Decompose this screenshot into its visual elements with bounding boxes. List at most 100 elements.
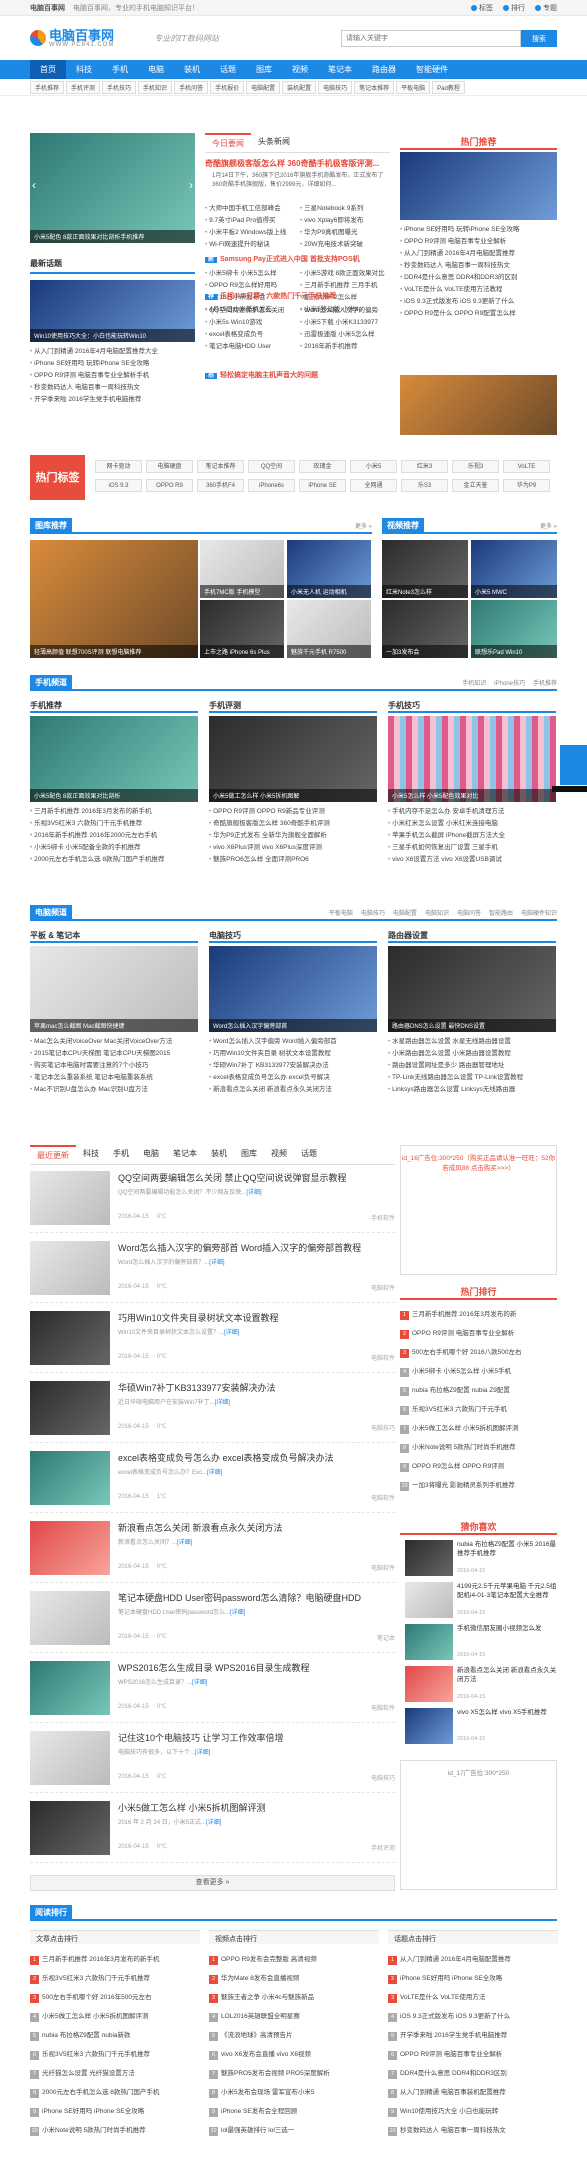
list-item[interactable]: 华硕Win7补丁 KB3133977安装解决办法 — [209, 1060, 377, 1072]
pic-more-link[interactable]: 更多 » — [355, 521, 372, 530]
article-category[interactable]: 笔记本 — [377, 1633, 395, 1642]
tag-item[interactable]: VoLTE — [503, 460, 550, 473]
article-category[interactable]: 手机评测 — [371, 1843, 395, 1852]
rank-item[interactable]: 3 VoLTE是什么 VoLTE使用方法 — [388, 1988, 558, 2007]
tag-item[interactable]: iOS 9.3 — [95, 479, 142, 492]
rank-item[interactable]: 2 iPhone SE好用吗 iPhone SE全攻略 — [388, 1969, 558, 1988]
read-more-link[interactable]: [详细] — [230, 1610, 245, 1616]
latest-tab[interactable]: 笔记本 — [166, 1145, 204, 1164]
read-more-link[interactable]: [详细] — [195, 1750, 210, 1756]
list-item[interactable]: 大师中国手机工信部峰会 — [205, 203, 297, 215]
list-item[interactable]: vivo X6Plus评测 vivo X6Plus深度评测 — [209, 842, 377, 854]
topbar-link-tags[interactable]: 标签 — [471, 3, 493, 13]
list-item[interactable]: 水星路由器怎么设置 水星无线路由器设置 — [388, 1036, 556, 1048]
article-thumb[interactable] — [30, 1591, 110, 1645]
list-item[interactable]: Linksys路由器怎么设置 Linksys无线路由器 — [388, 1084, 556, 1096]
channel-link[interactable]: 智能路由 — [489, 911, 513, 917]
guess-title[interactable]: nubia 布拉格Z9配置 小米5 2016最推荐手机推荐 — [457, 1540, 557, 1558]
list-item[interactable]: Wi-Fi网速提升的秘诀 — [205, 239, 297, 251]
nav-item[interactable]: 手机 — [102, 60, 138, 79]
latest-tab[interactable]: 电脑 — [136, 1145, 166, 1164]
rank-item[interactable]: 2 华为Mate 8发布会直播视频 — [209, 1969, 379, 1988]
tag-item[interactable]: 红米3 — [401, 460, 448, 473]
nav-item[interactable]: 笔记本 — [318, 60, 362, 79]
hot-recommend-image-2[interactable] — [400, 375, 557, 435]
article-title[interactable]: excel表格变成负号怎么办 excel表格变成负号解决办法 — [118, 1451, 334, 1464]
article-thumb[interactable] — [30, 1171, 110, 1225]
list-item[interactable]: Mac怎么关闭VoiceOver Mac关闭VoiceOver方法 — [30, 1036, 198, 1048]
article-thumb[interactable] — [30, 1381, 110, 1435]
list-item[interactable]: vivo Xplay6即将发布 — [300, 215, 392, 227]
rank-item[interactable]: 4 小米5做工怎么样 小米5拆机图解评测 — [30, 2007, 200, 2026]
rank-item[interactable]: 6 vivo X6发布会直播 vivo X6视频 — [209, 2045, 379, 2064]
article-title[interactable]: 新浪看点怎么关闭 新浪看点永久关闭方法 — [118, 1521, 283, 1534]
list-item[interactable]: 2016年新手机推荐 — [300, 341, 392, 353]
channel-link[interactable]: 电脑硬件知识 — [521, 911, 557, 917]
ad-slot-2[interactable]: id_17广告位:300*250 — [400, 1760, 557, 1890]
hot-recommend-image-1[interactable] — [400, 152, 557, 220]
nav-item[interactable]: 装机 — [174, 60, 210, 79]
pic-thumb-4[interactable]: 魅族千元手机 R7500 — [287, 600, 371, 658]
list-item[interactable]: 从入门到精通 2016年4月电脑配置推荐 — [400, 248, 557, 260]
article-title[interactable]: 笔记本硬盘HDD User密码password怎么清除？电脑硬盘HDD — [118, 1591, 361, 1604]
list-item[interactable]: iPhone SE好用吗 玩转iPhone SE全攻略 — [30, 358, 195, 370]
list-item[interactable]: VoLTE是什么 VoLTE使用方法教程 — [400, 284, 557, 296]
rank-item[interactable]: 4 LOL2016英雄联盟全明星赛 — [209, 2007, 379, 2026]
article-title[interactable]: 华硕Win7补丁KB3133977安装解决办法 — [118, 1381, 276, 1394]
guess-item[interactable]: 4199元2.5千元苹果电脑 千元2.5组配机i4-01-3笔记本配置大全推荐 2… — [405, 1582, 558, 1622]
tag-item[interactable]: 笔记本推荐 — [197, 460, 244, 473]
read-more-link[interactable]: [详细] — [207, 1470, 222, 1476]
nav-item[interactable]: 首页 — [30, 60, 66, 79]
nav-item[interactable]: 话题 — [210, 60, 246, 79]
column-image[interactable]: Word怎么插入汉字偏旁部首 — [209, 946, 377, 1032]
guess-thumb[interactable] — [405, 1666, 453, 1702]
list-item[interactable]: 小米5绑卡 小米5怎么样 — [205, 268, 297, 280]
rank-item[interactable]: 7 DDR4是什么意思 DDR4和DDR3区别 — [388, 2064, 558, 2083]
video-thumb-1[interactable]: 红米Note3怎么样 — [382, 540, 468, 598]
tag-item[interactable]: OPPO R9 — [146, 479, 193, 492]
channel-link[interactable]: 电脑问答 — [457, 911, 481, 917]
read-more-link[interactable]: [详细] — [209, 1260, 224, 1266]
rank-item[interactable]: 7 光纤猫怎么设置 光纤猫设置方法 — [30, 2064, 200, 2083]
article-category[interactable]: 电脑技巧 — [371, 1423, 395, 1432]
list-item[interactable]: 手机内存不足怎么办 安卓手机清理方法 — [388, 806, 556, 818]
article-title[interactable]: QQ空间两要编辑怎么关闭 禁止QQ空间说说弹窗显示教程 — [118, 1171, 347, 1184]
column-image[interactable]: 苹果mac怎么截图 Mac截图快捷键 — [30, 946, 198, 1032]
news-subhead-3[interactable]: 热轻松搞定电脑主机声音大的问题 — [205, 370, 318, 380]
pic-thumb-3[interactable]: 上市之路 iPhone 6s Plus — [200, 600, 284, 658]
guess-title[interactable]: 手机微信朋友圈小视频怎么发 — [457, 1624, 557, 1633]
guess-thumb[interactable] — [405, 1540, 453, 1576]
rank-item[interactable]: 10 秒变数码达人 电脑百事一周科技热文 — [388, 2121, 558, 2140]
news-subhead-1[interactable]: 新 Samsung Pay正式进入中国 首批支持POS机 — [205, 254, 360, 264]
rank-item[interactable]: 1 从入门到精通 2016年4月电脑配置推荐 — [388, 1950, 558, 1969]
subnav-item[interactable]: 手机问答 — [174, 80, 209, 94]
rank-item[interactable]: 10 一加3将曝光 影驰精灵系列手机推荐 — [400, 1476, 557, 1495]
list-item[interactable]: OPPO R9评测 电脑百事专业全解析 — [400, 236, 557, 248]
rank-item[interactable]: 10 lol最强英雄排行 lol三选一 — [209, 2121, 379, 2140]
article-thumb[interactable] — [30, 1801, 110, 1855]
nav-item[interactable]: 视频 — [282, 60, 318, 79]
list-item[interactable]: 迅雷极速版 小米5怎么样 — [300, 329, 392, 341]
rank-item[interactable]: 5 nubia 布拉格Z9配置 nubia Z9配置 — [400, 1381, 557, 1400]
list-item[interactable]: 乐视3V5红米3 六款热门千元手机推荐 — [30, 818, 198, 830]
rank-item[interactable]: 6 OPPO R9评测 电脑百事专业全解析 — [388, 2045, 558, 2064]
rank-item[interactable]: 9 iPhone SE发布会全程回顾 — [209, 2102, 379, 2121]
channel-link[interactable]: 电脑知识 — [425, 911, 449, 917]
list-item[interactable]: 小米平板2 Windows版上线 — [205, 227, 297, 239]
subnav-item[interactable]: 手机评测 — [66, 80, 101, 94]
tag-item[interactable]: 360手机F4 — [197, 479, 244, 492]
rank-item[interactable]: 4 小米5绑卡 小米5怎么样 小米5手机 — [400, 1362, 557, 1381]
column-image[interactable]: 小米5做工怎么样 小米5拆机图解 — [209, 716, 377, 802]
tag-item[interactable]: 金立天鉴 — [452, 479, 499, 492]
subnav-item[interactable]: 笔记本推荐 — [354, 80, 395, 94]
column-image[interactable]: 路由器DNS怎么设置 最快DNS设置 — [388, 946, 556, 1032]
nav-item[interactable]: 图库 — [246, 60, 282, 79]
rank-item[interactable]: 8 从入门到精通 电脑百事装机配置推荐 — [388, 2083, 558, 2102]
read-more-link[interactable]: [详细] — [192, 1680, 207, 1686]
article-category[interactable]: 电脑软件 — [371, 1493, 395, 1502]
rank-item[interactable]: 4 iOS 9.3正式版发布 iOS 9.3更新了什么 — [388, 2007, 558, 2026]
nav-item[interactable]: 电脑 — [138, 60, 174, 79]
article-title[interactable]: WPS2016怎么生成目录 WPS2016目录生成教程 — [118, 1661, 310, 1674]
subnav-item[interactable]: 电脑配置 — [246, 80, 281, 94]
list-item[interactable]: 奇酷旗舰极客版怎么样 360奇酷手机评测 — [209, 818, 377, 830]
